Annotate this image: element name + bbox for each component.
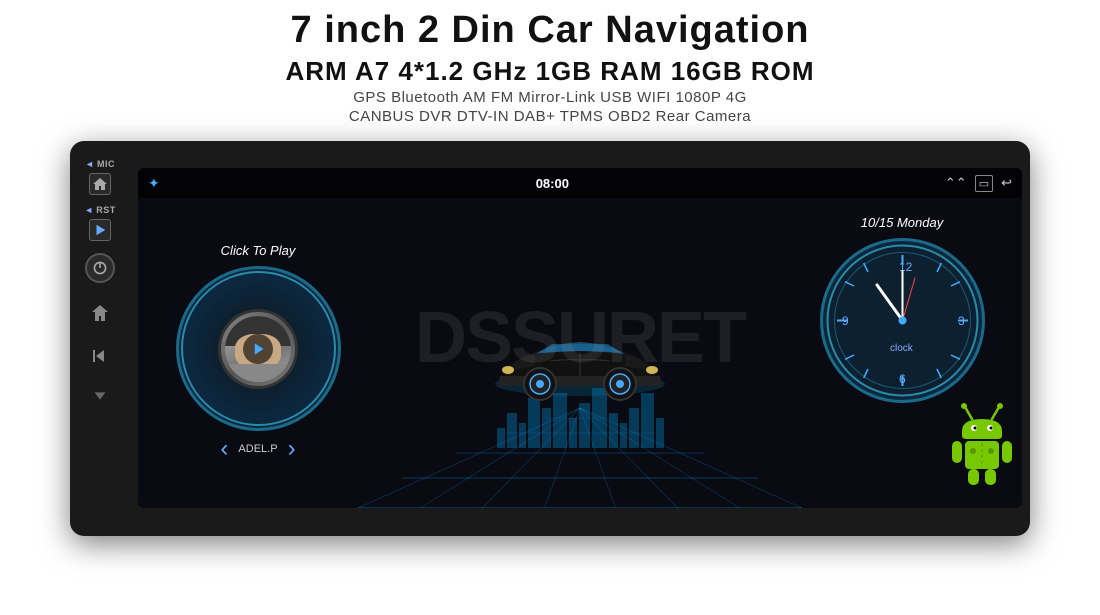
features-row1: GPS Bluetooth AM FM Mirror-Link USB WIFI… [0,89,1100,106]
track-name: ADEL.P [238,443,277,455]
status-time-display: 08:00 [536,176,569,191]
vinyl-play-btn[interactable] [243,334,273,364]
home-nav-button[interactable] [90,303,110,328]
arrows-up-icon: ⌃⌃ [945,175,967,191]
track-controls: ‹ ADEL.P › [220,435,295,463]
back-nav-button[interactable] [90,346,110,371]
screen-icon: ▭ [975,175,993,192]
car-image [480,316,680,411]
svg-text:3: 3 [958,314,965,328]
car-radio-unit: ◄ MIC ◄ RST [70,141,1030,536]
page-container: 7 inch 2 Din Car Navigation ARM A7 4*1.2… [0,0,1100,615]
svg-text:6: 6 [899,372,906,386]
rst-label: RST [96,205,116,215]
bottom-arrow-button[interactable] [91,387,109,410]
main-title: 7 inch 2 Din Car Navigation [0,10,1100,52]
mic-label: MIC [97,159,115,169]
music-player: Click To Play [158,243,358,463]
back-icon: ↩ [1001,175,1012,191]
subtitle-specs: ARM A7 4*1.2 GHz 1GB RAM 16GB ROM [0,56,1100,87]
music-circle [176,266,341,431]
next-track-button[interactable]: › [288,435,296,463]
svg-text:clock: clock [890,343,914,354]
svg-text:12: 12 [899,260,913,274]
status-left: ✦ [148,175,160,192]
prev-track-button[interactable]: ‹ [220,435,228,463]
home-button[interactable] [89,173,111,195]
vinyl-outer [181,271,336,426]
side-panel-left: ◄ MIC ◄ RST [70,141,130,536]
header-section: 7 inch 2 Din Car Navigation ARM A7 4*1.2… [0,0,1100,133]
features-row2: CANBUS DVR DTV-IN DAB+ TPMS OBD2 Rear Ca… [0,108,1100,125]
svg-text:9: 9 [842,314,849,328]
bluetooth-icon: ✦ [148,175,160,192]
power-button[interactable] [85,253,115,283]
clock-circle: 12 6 9 3 [820,238,985,403]
android-robot [947,401,1017,491]
play-button-side[interactable] [89,219,111,241]
date-display: 10/15 Monday [861,215,943,230]
right-display: 10/15 Monday [802,215,1002,491]
center-display [358,198,802,508]
main-screen: DSSURET ✦ 08:00 ⌃⌃ ▭ ↩ [138,168,1022,508]
status-right: ⌃⌃ ▭ ↩ [945,175,1012,192]
status-bar: ✦ 08:00 ⌃⌃ ▭ ↩ [138,168,1022,198]
click-to-play-label[interactable]: Click To Play [221,243,296,258]
screen-content: Click To Play [138,198,1022,508]
device-wrapper: ◄ MIC ◄ RST [70,141,1030,541]
